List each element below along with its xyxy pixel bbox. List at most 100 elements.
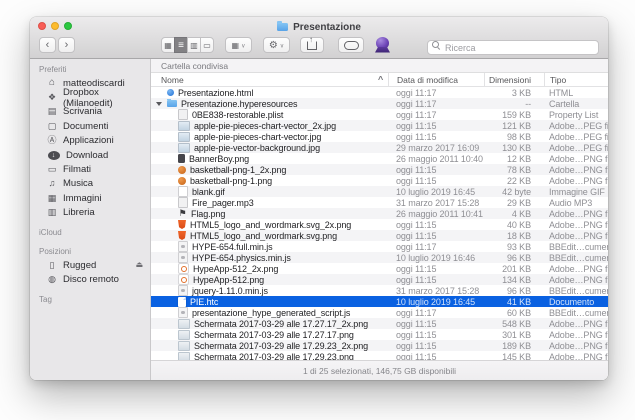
sidebar-item-documenti[interactable]: Documenti [30,119,150,133]
folder-icon [277,23,288,31]
file-row[interactable]: HYPE-654.physics.min.js10 luglio 2019 16… [151,252,608,263]
file-type: BBEdit…cument [544,308,608,318]
file-row[interactable]: BannerBoy.png26 maggio 2011 10:4012 KBAd… [151,153,608,164]
sidebar-section: Tag [30,291,150,306]
file-row[interactable]: basketball-png-1_2x.pngoggi 11:1578 KBAd… [151,164,608,175]
file-name-cell: HypeApp-512_2x.png [151,263,388,274]
file-row[interactable]: HTML5_logo_and_wordmark.svg_2x.pngoggi 1… [151,219,608,230]
image-jpg-icon [178,143,190,153]
file-row[interactable]: jquery-1.11.0.min.js31 marzo 2017 15:289… [151,285,608,296]
sidebar-item-label: Applicazioni [63,135,114,146]
file-name: HTML5_logo_and_wordmark.svg.png [190,231,337,241]
search-input[interactable] [427,40,599,55]
file-modified: oggi 11:15 [388,231,484,241]
column-header-tipo[interactable]: Tipo [544,73,608,86]
sidebar-item-immagini[interactable]: Immagini [30,191,150,205]
column-header-nome[interactable]: Nome [151,73,388,86]
file-row[interactable]: HYPE-654.full.min.jsoggi 11:1793 KBBBEdi… [151,241,608,252]
file-row[interactable]: Presentazione.hyperesourcesoggi 11:17--C… [151,98,608,109]
file-row[interactable]: blank.gif10 luglio 2019 16:4542 byteImma… [151,186,608,197]
file-name: blank.gif [192,187,225,197]
eject-icon[interactable] [135,260,143,269]
share-button[interactable] [300,37,324,53]
tags-button[interactable] [338,37,364,53]
column-header-dimensioni[interactable]: Dimensioni [484,73,544,86]
share-icon [307,41,317,50]
icon-view-button[interactable] [161,37,175,53]
flag-icon [178,209,187,218]
file-name: PIE.htc [190,297,218,307]
file-name: HypeApp-512.png [193,275,264,285]
file-row[interactable]: apple-pie-vector-background.jpg29 marzo … [151,142,608,153]
file-name: Schermata 2017-03-29 alle 17.27.17.png [194,330,354,340]
file-modified: oggi 11:15 [388,121,484,131]
sidebar-item-libreria[interactable]: Libreria [30,206,150,220]
column-view-button[interactable] [187,37,201,53]
minimize-button[interactable] [51,22,59,30]
file-row[interactable]: Presentazione.htmloggi 11:173 KBHTML [151,87,608,98]
file-name: jquery-1.11.0.min.js [192,286,268,296]
file-row[interactable]: apple-pie-pieces-chart-vector_2x.jpgoggi… [151,120,608,131]
group-by-button[interactable]: ∨ [225,37,252,53]
file-row[interactable]: HypeApp-512_2x.pngoggi 11:15201 KBAdobe…… [151,263,608,274]
file-name: BannerBoy.png [189,154,249,164]
file-name: Presentazione.html [178,88,253,98]
gallery-view-button[interactable] [200,37,214,53]
file-modified: oggi 11:17 [388,308,484,318]
file-type: Adobe…PNG file [544,209,608,219]
forward-button[interactable] [58,37,75,53]
file-row[interactable]: Schermata 2017-03-29 alle 17.29.23.pngog… [151,351,608,360]
close-button[interactable] [38,22,46,30]
file-row[interactable]: Fire_pager.mp331 marzo 2017 15:2829 KBAu… [151,197,608,208]
file-row[interactable]: Flag.png26 maggio 2011 10:414 KBAdobe…PN… [151,208,608,219]
action-menu-button[interactable]: ∨ [263,37,290,53]
sidebar-item-applicazioni[interactable]: Applicazioni [30,134,150,148]
file-name: HYPE-654.physics.min.js [192,253,291,263]
disclosure-triangle-icon[interactable] [156,102,162,106]
file-row[interactable]: Schermata 2017-03-29 alle 17.29.23_2x.pn… [151,340,608,351]
file-size: 4 KB [484,209,544,219]
library-icon [46,208,58,217]
sidebar-item-label: Download [66,150,108,161]
script-document-icon [178,307,188,318]
file-row[interactable]: apple-pie-pieces-chart-vector.jpgoggi 11… [151,131,608,142]
file-name-cell: Fire_pager.mp3 [151,197,388,208]
titlebar[interactable]: Presentazione [30,17,608,33]
zoom-button[interactable] [64,22,72,30]
file-row[interactable]: HypeApp-512.pngoggi 11:15134 KBAdobe…PNG… [151,274,608,285]
file-modified: oggi 11:15 [388,220,484,230]
file-type: Adobe…PNG file [544,154,608,164]
sidebar-item-filmati[interactable]: Filmati [30,162,150,176]
sidebar-item-download[interactable]: Download [30,148,150,162]
sidebar-item-scrivania[interactable]: Scrivania [30,105,150,119]
file-row[interactable]: basketball-png-1.pngoggi 11:1522 KBAdobe… [151,175,608,186]
sidebar-item-disco-remoto[interactable]: Disco remoto [30,272,150,286]
column-label: Nome [161,75,184,85]
file-modified: 26 maggio 2011 10:41 [388,209,484,219]
file-size: 93 KB [484,242,544,252]
desktop-icon [46,107,58,116]
column-header-data-di-modifica[interactable]: Data di modifica [388,73,484,86]
file-row[interactable]: Schermata 2017-03-29 alle 17.27.17.pngog… [151,329,608,340]
sidebar-item-label: Filmati [63,164,91,175]
file-name-cell: presentazione_hype_generated_script.js [151,307,388,318]
sidebar-item-musica[interactable]: Musica [30,177,150,191]
file-row[interactable]: Schermata 2017-03-29 alle 17.27.17_2x.pn… [151,318,608,329]
window-body: PreferitimatteodiscardiDropbox (Milanoed… [30,59,608,380]
back-button[interactable] [39,37,56,53]
file-row[interactable]: PIE.htc10 luglio 2019 16:4541 KBDocument… [151,296,608,307]
hype-app-button[interactable] [372,36,394,55]
file-row[interactable]: presentazione_hype_generated_script.js og… [151,307,608,318]
sidebar-item-rugged[interactable]: Rugged [30,258,150,272]
download-icon [48,151,60,160]
html-document-icon [167,89,174,96]
list-view-button[interactable] [174,37,188,53]
file-row[interactable]: HTML5_logo_and_wordmark.svg.png oggi 11:1… [151,230,608,241]
sidebar-item-label: Immagini [63,193,102,204]
file-row[interactable]: 0BE838-restorable.plistoggi 11:17159 KBP… [151,109,608,120]
file-name-cell: apple-pie-vector-background.jpg [151,143,388,153]
file-name: presentazione_hype_generated_script.js [192,308,350,318]
file-type: BBEdit…cument [544,242,608,252]
sidebar-item-dropbox-milanoedit[interactable]: Dropbox (Milanoedit) [30,90,150,104]
file-name-cell: HYPE-654.full.min.js [151,241,388,252]
